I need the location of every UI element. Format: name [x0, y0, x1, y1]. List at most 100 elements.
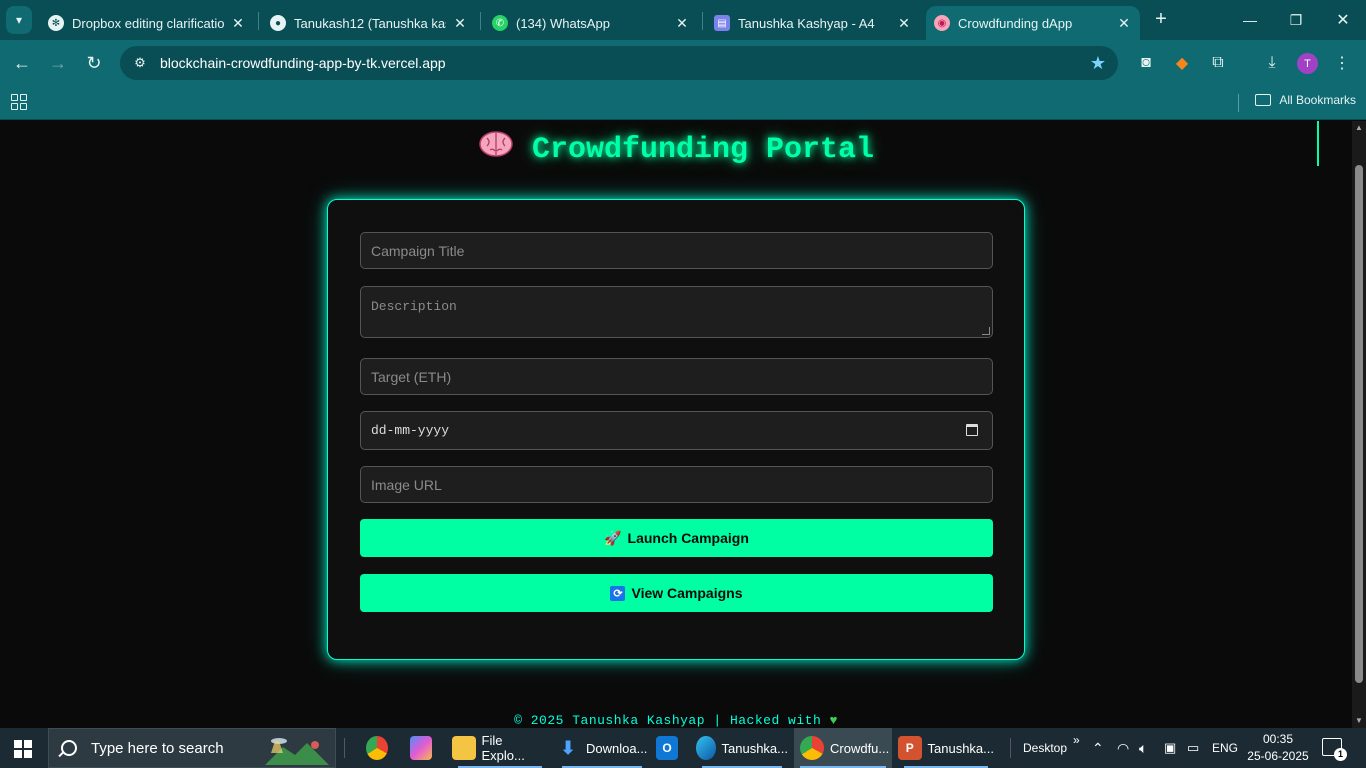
back-arrow-icon[interactable]: ← [8, 49, 36, 77]
taskbar-search-box[interactable]: Type here to search [48, 728, 336, 768]
minimize-icon[interactable]: — [1227, 0, 1273, 40]
chevron-up-icon[interactable]: ⌃ [1092, 728, 1104, 768]
tab-search-chevron-icon[interactable]: ▾ [6, 6, 32, 34]
target-eth-placeholder: Target (ETH) [371, 368, 452, 385]
brain-icon [479, 131, 513, 157]
tab-divider [702, 12, 703, 30]
language-label: ENG [1212, 741, 1239, 755]
close-tab-icon[interactable]: ✕ [452, 15, 468, 32]
brain-icon: ◉ [934, 15, 950, 31]
close-tab-icon[interactable]: ✕ [674, 15, 690, 32]
page-viewport: Crowdfunding Portal Campaign Title Descr… [0, 121, 1352, 728]
taskbar-outlook[interactable]: O [656, 728, 684, 768]
site-info-icon[interactable]: ⚙ [130, 55, 150, 71]
windows-start-icon[interactable] [14, 740, 32, 758]
heart-icon: ♥ [829, 713, 838, 728]
taskbar-file-explorer[interactable]: File Explo... [452, 728, 548, 768]
camera-icon[interactable]: ◙ [1134, 51, 1158, 75]
camera-icon[interactable]: ▣ [1164, 728, 1176, 768]
taskbar-powerpoint[interactable]: P Tanushka... [898, 728, 994, 768]
volume-icon[interactable]: 🔈︎ [1139, 728, 1147, 768]
view-campaigns-button[interactable]: ⟳ View Campaigns [360, 574, 993, 612]
close-tab-icon[interactable]: ✕ [230, 15, 246, 32]
search-highlight-illustration-icon [265, 738, 329, 765]
restore-icon[interactable]: ❐ [1273, 0, 1319, 40]
close-tab-icon[interactable]: ✕ [1116, 15, 1132, 32]
taskbar-edge-label: Tanushka... [721, 740, 789, 756]
windows-taskbar: Type here to search File Explo... ⬇ Down… [0, 728, 1366, 768]
reload-icon[interactable]: ↻ [80, 49, 108, 77]
footer-text: © 2025 Tanushka Kashyap | Hacked with [514, 713, 822, 728]
taskbar-copilot[interactable] [410, 728, 438, 768]
bookmarks-bar: All Bookmarks [0, 86, 1366, 120]
close-window-icon[interactable]: ✕ [1320, 0, 1366, 40]
calendar-icon[interactable] [966, 424, 978, 436]
github-icon: ● [270, 15, 286, 31]
powerpoint-icon: P [898, 736, 922, 760]
battery-icon[interactable]: ▭ [1187, 728, 1199, 768]
browser-toolbar: ← → ↻ ⚙ blockchain-crowdfunding-app-by-t… [0, 40, 1366, 86]
apps-grid-icon[interactable] [11, 94, 27, 110]
tab-whatsapp[interactable]: ✆ (134) WhatsApp ✕ [484, 6, 698, 40]
image-url-input[interactable]: Image URL [360, 466, 993, 503]
taskbar-edge[interactable]: Tanushka... [696, 728, 788, 768]
download-icon[interactable]: ⤓ [1260, 51, 1284, 75]
profile-avatar[interactable]: T [1297, 53, 1318, 74]
neon-accent-bar [1317, 121, 1319, 166]
taskbar-divider [1010, 738, 1011, 758]
notification-center-icon[interactable]: 1 [1322, 738, 1347, 761]
description-textarea[interactable]: Description [360, 286, 993, 338]
wifi-icon[interactable]: ◠ [1117, 728, 1129, 768]
tab-crowdfunding[interactable]: ◉ Crowdfunding dApp ✕ [926, 6, 1140, 40]
new-tab-plus-icon[interactable]: + [1150, 8, 1172, 30]
tab-document[interactable]: ▤ Tanushka Kashyap - A4 ✕ [706, 6, 920, 40]
tab-github[interactable]: ● Tanukash12 (Tanushka kashyap) ✕ [262, 6, 476, 40]
target-eth-input[interactable]: Target (ETH) [360, 358, 993, 395]
tab-title: Crowdfunding dApp [958, 15, 1073, 31]
folder-icon [452, 736, 476, 760]
page-footer: © 2025 Tanushka Kashyap | Hacked with ♥ [0, 713, 1352, 728]
metamask-fox-icon[interactable]: ◆ [1170, 51, 1194, 75]
taskbar-file-explorer-label: File Explo... [481, 733, 525, 763]
taskbar-chrome-crowdfunding[interactable]: Crowdfu... [794, 728, 892, 768]
desktop-toolbar[interactable]: Desktop [1023, 728, 1067, 768]
scroll-up-arrow-icon[interactable]: ▲ [1352, 121, 1366, 135]
download-arrow-icon: ⬇ [560, 737, 576, 758]
openai-icon: ✻ [48, 15, 64, 31]
taskbar-downloads[interactable]: ⬇ Downloa... [556, 728, 648, 768]
scrollbar-thumb[interactable] [1355, 165, 1363, 683]
tab-dropbox[interactable]: ✻ Dropbox editing clarification ✕ [40, 6, 254, 40]
address-bar[interactable]: ⚙ blockchain-crowdfunding-app-by-tk.verc… [120, 46, 1118, 80]
extensions-puzzle-icon[interactable]: ⧉ [1206, 51, 1230, 75]
campaign-title-input[interactable]: Campaign Title [360, 232, 993, 269]
view-campaigns-label: View Campaigns [631, 585, 743, 601]
url-text[interactable]: blockchain-crowdfunding-app-by-tk.vercel… [160, 55, 446, 71]
tab-title: Tanushka Kashyap - A4 [738, 15, 875, 31]
more-menu-icon[interactable]: ⋮ [1330, 51, 1354, 75]
double-chevron-icon[interactable]: » [1073, 720, 1080, 760]
resize-handle-icon[interactable] [982, 327, 990, 335]
close-tab-icon[interactable]: ✕ [896, 15, 912, 32]
language-indicator[interactable]: ENG [1212, 728, 1238, 768]
document-icon: ▤ [714, 15, 730, 31]
scroll-down-arrow-icon[interactable]: ▼ [1352, 714, 1366, 728]
system-clock[interactable]: 00:35 25-06-2025 [1246, 731, 1310, 765]
bookmarks-divider [1238, 94, 1239, 112]
launch-campaign-button[interactable]: 🚀 Launch Campaign [360, 519, 993, 557]
desktop-label: Desktop [1023, 741, 1068, 755]
tab-title: Tanukash12 (Tanushka kashyap) [294, 15, 446, 31]
taskbar-divider [344, 738, 345, 758]
page-scrollbar[interactable]: ▲ ▼ [1352, 121, 1366, 728]
all-bookmarks-label: All Bookmarks [1279, 93, 1356, 107]
image-url-placeholder: Image URL [371, 476, 442, 493]
all-bookmarks-button[interactable]: All Bookmarks [1255, 93, 1356, 107]
browser-tab-strip: ▾ ✻ Dropbox editing clarification ✕ ● Ta… [0, 0, 1366, 40]
page-heading: Crowdfunding Portal [0, 129, 1352, 167]
chrome-icon [800, 736, 824, 760]
bookmark-star-icon[interactable]: ★ [1090, 53, 1106, 74]
search-icon [61, 740, 77, 756]
deadline-date-input[interactable]: dd-mm-yyyy [360, 411, 993, 450]
rocket-icon: 🚀 [604, 529, 622, 546]
taskbar-chrome[interactable] [366, 728, 394, 768]
forward-arrow-icon[interactable]: → [44, 49, 72, 77]
